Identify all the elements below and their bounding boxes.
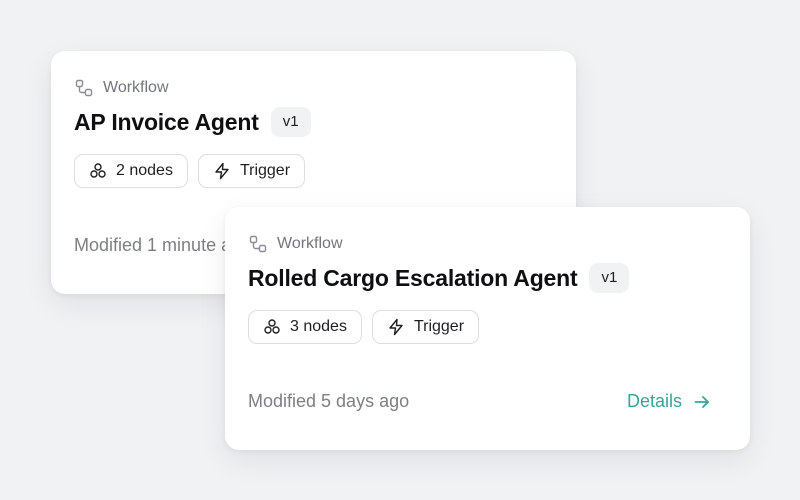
workflow-icon bbox=[75, 79, 93, 97]
nodes-chip: 2 nodes bbox=[74, 154, 188, 188]
workflow-chips: 2 nodes Trigger bbox=[74, 154, 306, 188]
workflow-card-rolled-cargo[interactable]: Workflow Rolled Cargo Escalation Agent v… bbox=[225, 207, 750, 450]
details-label[interactable]: Details bbox=[627, 391, 682, 412]
nodes-icon bbox=[90, 163, 106, 178]
workflow-type-text: Workflow bbox=[103, 79, 169, 96]
workflow-type-text: Workflow bbox=[277, 235, 343, 252]
workflow-icon bbox=[249, 235, 267, 253]
modified-timestamp: Modified 5 days ago bbox=[248, 391, 410, 411]
title-row: AP Invoice Agent v1 bbox=[74, 107, 311, 137]
nodes-chip: 3 nodes bbox=[248, 310, 362, 344]
lightning-icon bbox=[215, 162, 229, 180]
workflow-title: Rolled Cargo Escalation Agent bbox=[248, 264, 578, 291]
workflow-type-label: Workflow bbox=[74, 78, 169, 98]
lightning-icon bbox=[389, 318, 403, 336]
trigger-label: Trigger bbox=[239, 162, 291, 179]
workflow-type-label: Workflow bbox=[248, 234, 343, 254]
nodes-count: 3 nodes bbox=[290, 318, 347, 335]
trigger-chip: Trigger bbox=[371, 310, 480, 344]
version-badge: v1 bbox=[270, 107, 311, 137]
details-link[interactable]: Details bbox=[627, 391, 712, 412]
version-badge: v1 bbox=[589, 263, 630, 293]
workflow-chips: 3 nodes Trigger bbox=[248, 310, 480, 344]
workflow-title: AP Invoice Agent bbox=[74, 108, 259, 135]
workflow-cards-stage: Workflow AP Invoice Agent v1 2 nodes Tri… bbox=[0, 0, 800, 500]
nodes-icon bbox=[264, 319, 280, 334]
trigger-chip: Trigger bbox=[197, 154, 306, 188]
arrow-right-icon[interactable] bbox=[692, 392, 712, 412]
trigger-label: Trigger bbox=[413, 318, 465, 335]
title-row: Rolled Cargo Escalation Agent v1 bbox=[248, 263, 630, 293]
nodes-count: 2 nodes bbox=[116, 162, 173, 179]
